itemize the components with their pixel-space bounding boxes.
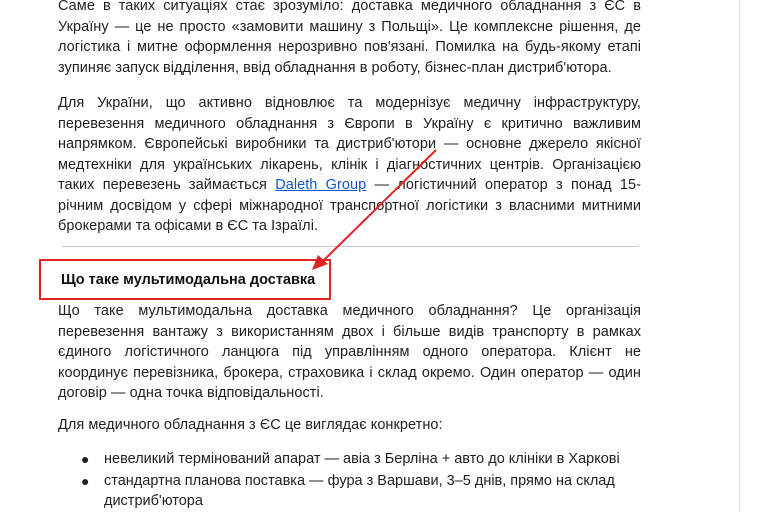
bullet-icon: ● — [81, 451, 90, 467]
annotation-highlight-box — [39, 259, 331, 300]
list-item-text: невеликий термінований апарат — авіа з Б… — [104, 451, 620, 467]
bullet-icon: ● — [81, 473, 90, 489]
paragraph-ukraine-infrastructure: Для України, що активно відновлює та мод… — [58, 93, 641, 237]
list-item-text: стандартна планова поставка — фура з Вар… — [104, 473, 615, 509]
examples-list: ● невеликий термінований апарат — авіа з … — [78, 449, 638, 513]
section-divider — [62, 246, 639, 247]
list-item: ● стандартна планова поставка — фура з Ва… — [78, 471, 638, 511]
vertical-scrollbar[interactable] — [739, 0, 760, 512]
daleth-group-link[interactable]: Daleth Group — [275, 177, 366, 193]
paragraph-logistics-solution: Саме в таких ситуаціях стає зрозуміло: д… — [58, 0, 641, 76]
paragraph-eu-examples-intro: Для медичного обладнання з ЄС це вигляда… — [58, 417, 443, 433]
list-item: ● невеликий термінований апарат — авіа з … — [78, 449, 638, 469]
paragraph-multimodal-definition: Що таке мультимодальна доставка медичног… — [58, 303, 641, 401]
